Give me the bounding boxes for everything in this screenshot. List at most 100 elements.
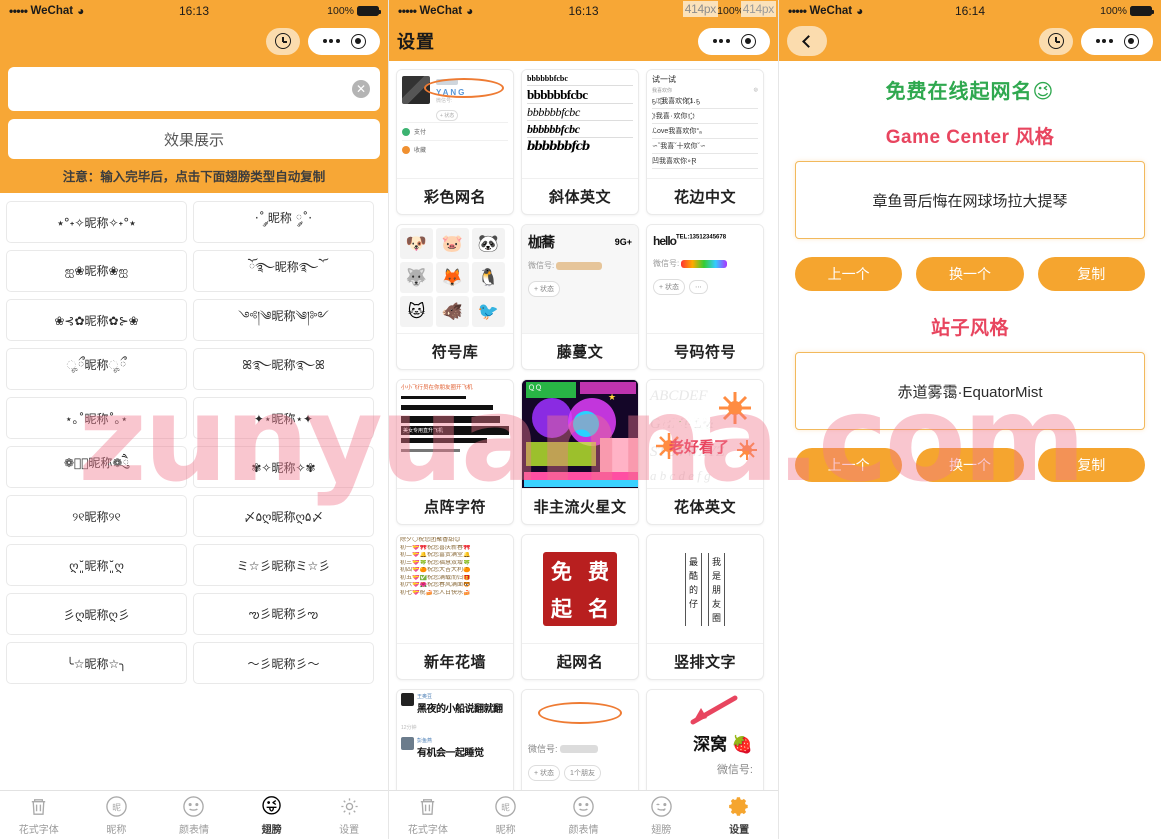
list-item[interactable]: ٭°˖✧昵称✧˖°٭	[6, 201, 187, 243]
three-panel-screenshot: ••••• WeChat ◕ 16:13 100% ✕ 效果展示 注意：输入完毕…	[0, 0, 1161, 839]
card-colorful-nickname[interactable]: YANG 微信号: + 状态 支付 收藏 彩色网名	[396, 69, 514, 215]
vertical-char: 的	[688, 584, 698, 595]
blurred-id	[559, 744, 598, 753]
card-generate-nickname[interactable]: 免 费 起 名 起网名	[521, 534, 639, 680]
tab-fancy-font[interactable]: 花式字体	[389, 795, 467, 836]
tab-wings[interactable]: 😜 翅膀	[233, 795, 311, 836]
svg-text:ABCDEF: ABCDEF	[649, 388, 708, 404]
target-icon[interactable]	[1123, 33, 1139, 49]
card-label: 彩色网名	[397, 178, 513, 214]
shuffle-button[interactable]: 换一个	[916, 257, 1024, 291]
nickname-input-row[interactable]: ✕	[8, 67, 380, 111]
list-item[interactable]: 彡ღ昵称ღ彡	[6, 593, 187, 635]
big-nickname: 深窝 🍓	[693, 735, 753, 754]
lace-line: ҕ⒈҉҈我喜欢你҉҈⒈ҕ	[652, 94, 758, 109]
lace-line: ∽ˇ我喜ˇ十欢你ˇ∽	[652, 139, 758, 154]
clock-capsule-button[interactable]	[266, 27, 300, 55]
dot-bar	[401, 405, 493, 410]
list-item[interactable]: ✾✧昵称✧✾	[193, 446, 374, 488]
list-item[interactable]: ஐ❀昵称❀ஐ	[6, 250, 187, 292]
highlight-ellipse-icon	[538, 702, 622, 724]
list-item[interactable]: ఌ彡昵称彡ఌ	[193, 593, 374, 635]
symbol-cell: 🐼	[472, 228, 505, 259]
card-number-symbols[interactable]: helloTEL:13512345678 微信号: + 状态 ⋯ 号码符号	[646, 224, 764, 370]
more-dots-icon[interactable]	[712, 39, 730, 43]
tab-nickname[interactable]: 昵 昵称	[467, 795, 545, 836]
list-item[interactable]: ❁ཻུ昵称❁ཻུ	[6, 446, 187, 488]
battery-percent: 100%	[327, 4, 354, 17]
card-lace-chinese[interactable]: 试一试 我喜欢你 ◎ ҕ⒈҉҈我喜欢你҉҈⒈ҕ ҉҈҉۰我喜۰欢你۰҉҈ ℒove…	[646, 69, 764, 215]
svg-text:昵: 昵	[501, 802, 510, 812]
clock-icon	[275, 33, 291, 49]
list-item[interactable]: ོ࿐昵称࿐ོ	[193, 250, 374, 292]
tab-fancy-font[interactable]: 花式字体	[0, 795, 78, 836]
back-button[interactable]	[787, 26, 827, 56]
list-item[interactable]: ❀⊰✿昵称✿⊱❀	[6, 299, 187, 341]
list-item[interactable]: ༺།༄昵称༄།༻	[193, 299, 374, 341]
clear-icon[interactable]: ✕	[352, 80, 370, 98]
list-item[interactable]: ೄྀ昵称ೄྀ	[6, 348, 187, 390]
seal-stamp: 免 费 起 名	[543, 552, 617, 626]
more-dots-icon[interactable]	[322, 39, 340, 43]
copy-button[interactable]: 复制	[1037, 257, 1145, 291]
tab-nickname[interactable]: 昵 昵称	[78, 795, 156, 836]
target-icon[interactable]	[740, 33, 756, 49]
card-italic-english[interactable]: bbbbbbfcbc bbbbbbfcbc bbbbbbfcbc bbbbbbf…	[521, 69, 639, 215]
blurred-id	[556, 261, 603, 270]
list-item[interactable]: ·˚ ༘昵称 ༘˚·	[193, 201, 374, 243]
display-name: 枷蕎	[528, 234, 555, 250]
list-item[interactable]: ღ˘͈昵称˘͈ღ	[6, 544, 187, 586]
card-dot-matrix[interactable]: 小小飞行员在你朋友圈开飞机 美女专用直升飞机 点阵字符	[396, 379, 514, 525]
list-item[interactable]: ✦⋆昵称⋆✦	[193, 397, 374, 439]
wechat-capsules-3	[1039, 27, 1153, 55]
tab-wings[interactable]: 翅膀	[622, 795, 700, 836]
list-item[interactable]: ⋆｡˚昵称˚｡⋆	[6, 397, 187, 439]
card-fancy-english[interactable]: ABCDEF GHIJKLM STUVWXYZ a b c d e f g 花体…	[646, 379, 764, 525]
wechat-id-label: 微信号:	[528, 261, 555, 270]
copy-button[interactable]: 复制	[1037, 448, 1145, 482]
list-item[interactable]: ꕤ࿐昵称࿐ꕤ	[193, 348, 374, 390]
tab-kaomoji[interactable]: 颜表情	[545, 795, 623, 836]
list-item[interactable]: ミ☆彡昵称ミ☆彡	[193, 544, 374, 586]
card-thumbnail: ABCDEF GHIJKLM STUVWXYZ a b c d e f g 花体…	[647, 380, 763, 488]
status-chip: + 状态	[528, 281, 561, 297]
nav-bar-2: 设置	[389, 21, 778, 61]
menu-capsule[interactable]	[308, 27, 380, 55]
card-vertical-text[interactable]: 最 酷 的 仔 我 是 朋 友 圈 竖排文字	[646, 534, 764, 680]
card-oval-preview[interactable]: 微信号: + 状态 1个朋友	[521, 689, 639, 799]
list-item[interactable]: 〜彡昵称彡〜	[193, 642, 374, 684]
list-item[interactable]: ╰☆昵称☆╮	[6, 642, 187, 684]
card-mars-text[interactable]: ＱＱ ★ 非主流火星文	[521, 379, 639, 525]
menu-capsule[interactable]	[698, 27, 770, 55]
clock-capsule-button[interactable]	[1039, 27, 1073, 55]
list-item[interactable]: ୨୧昵称୨୧	[6, 495, 187, 537]
lace-line: ҉҈҉۰我喜۰欢你۰҉҈	[652, 109, 758, 124]
symbol-cell: 🐱	[400, 296, 433, 327]
tab-settings[interactable]: 设置	[700, 795, 778, 836]
preview-button[interactable]: 效果展示	[8, 119, 380, 159]
previous-button[interactable]: 上一个	[795, 257, 903, 291]
tab-kaomoji[interactable]: 颜表情	[155, 795, 233, 836]
card-vine-text[interactable]: 枷蕎 9G+ 微信号: + 状态 藤蔓文	[521, 224, 639, 370]
more-dots-icon[interactable]	[1095, 39, 1113, 43]
shuffle-button[interactable]: 换一个	[916, 448, 1024, 482]
tab-settings[interactable]: 设置	[310, 795, 388, 836]
chat-time: 12分钟	[401, 725, 417, 731]
card-chat-preview[interactable]: 王奥豆 黑夜的小船说翻就翻 12分钟 彭鱼燕 有机会一起睡觉	[396, 689, 514, 799]
wechat-capsules-1	[266, 27, 380, 55]
wechat-id-label: 微信号:	[528, 744, 558, 754]
previous-button[interactable]: 上一个	[795, 448, 903, 482]
nickname-input[interactable]	[18, 81, 352, 97]
menu-capsule[interactable]	[1081, 27, 1153, 55]
rainbow-bar	[681, 259, 728, 268]
card-new-year-wall[interactable]: 除夕🌕祝您团聚香甜😊 初一💝🎀祝您喜庆新春🎀 初二💝🔔祝您富贵满堂🔔 初三💝🍀祝…	[396, 534, 514, 680]
list-item[interactable]: 〆۵ღ昵称ღ۵〆	[193, 495, 374, 537]
card-symbol-library[interactable]: 🐶 🐺 🐱 🐷 🦊 🐗 🐼 🐧 🐦 符号库	[396, 224, 514, 370]
tab-label: 花式字体	[407, 824, 448, 836]
target-icon[interactable]	[350, 33, 366, 49]
card-arrow-preview[interactable]: 深窝 🍓 微信号:	[646, 689, 764, 799]
chat-text: 有机会一起睡觉	[417, 748, 484, 759]
signal-label: 9G+	[614, 237, 632, 247]
sub-label: 我喜欢你	[652, 88, 673, 94]
battery-info: 100%	[327, 4, 381, 17]
